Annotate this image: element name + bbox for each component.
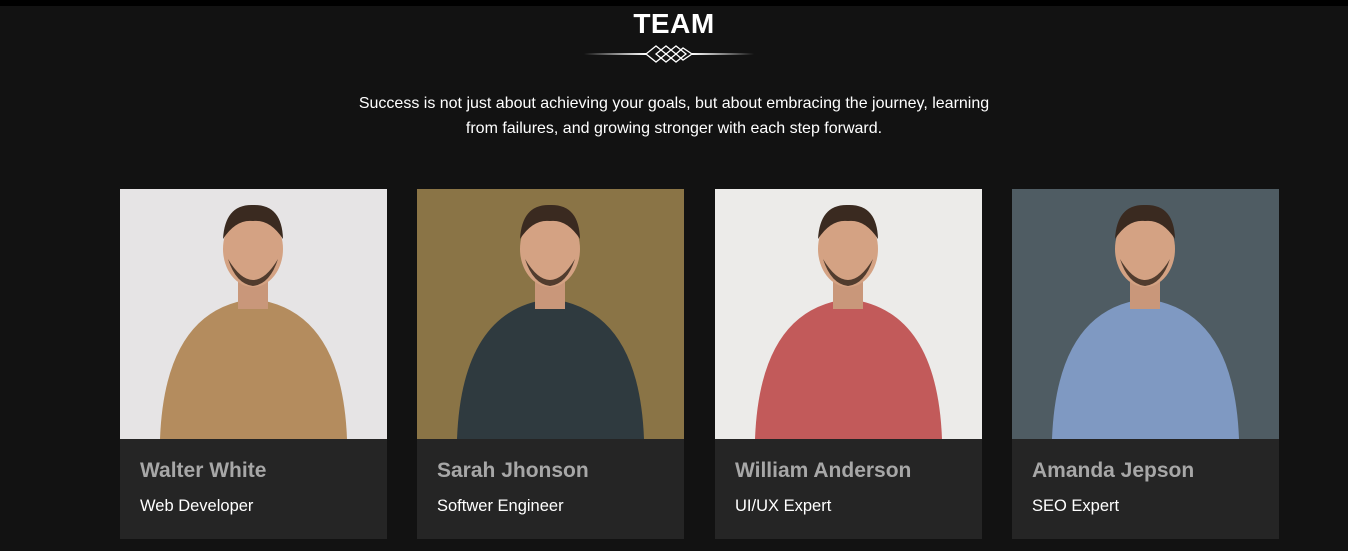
title-divider-ornament-icon bbox=[584, 45, 754, 63]
team-member-role: UI/UX Expert bbox=[735, 497, 832, 515]
team-member-role: SEO Expert bbox=[1032, 497, 1120, 515]
section-title: TEAM bbox=[633, 8, 715, 39]
team-member-name: William Anderson bbox=[735, 459, 912, 482]
team-member-name: Sarah Jhonson bbox=[437, 459, 589, 482]
section-subtitle: Success is not just about achieving your… bbox=[358, 95, 990, 137]
team-member-role: Softwer Engineer bbox=[437, 497, 564, 515]
team-member-photo bbox=[715, 189, 982, 439]
team-member-name: Amanda Jepson bbox=[1032, 459, 1195, 482]
team-member-photo bbox=[120, 189, 387, 439]
top-bar bbox=[0, 0, 1348, 6]
team-member-role: Web Developer bbox=[140, 497, 254, 515]
team-member-card[interactable]: Sarah Jhonson Softwer Engineer bbox=[417, 189, 684, 539]
team-member-card[interactable]: William Anderson UI/UX Expert bbox=[715, 189, 982, 539]
team-member-photo bbox=[417, 189, 684, 439]
team-member-card[interactable]: Amanda Jepson SEO Expert bbox=[1012, 189, 1279, 539]
team-member-name: Walter White bbox=[140, 459, 267, 482]
team-member-photo bbox=[1012, 189, 1279, 439]
team-member-card[interactable]: Walter White Web Developer bbox=[120, 189, 387, 539]
